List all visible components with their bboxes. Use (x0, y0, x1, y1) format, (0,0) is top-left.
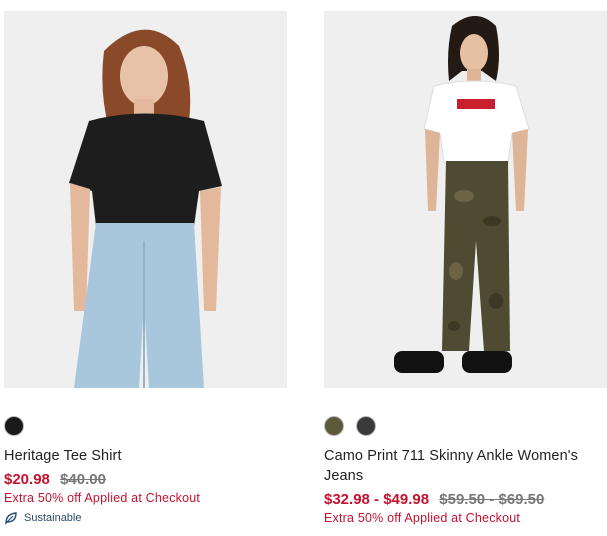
leaf-icon (5, 512, 17, 525)
swatch-camo-black[interactable] (356, 416, 376, 436)
sustainable-badge: Sustainable (4, 511, 287, 525)
product-name[interactable]: Heritage Tee Shirt (4, 446, 287, 466)
original-price: $59.50 - $69.50 (439, 491, 545, 508)
sustainable-label: Sustainable (24, 512, 82, 524)
color-swatches (324, 416, 607, 438)
product-name[interactable]: Camo Print 711 Skinny Ankle Women's Jean… (324, 446, 607, 486)
swatch-camo-green[interactable] (324, 416, 344, 436)
color-swatches (4, 416, 287, 438)
promo-text: Extra 50% off Applied at Checkout (4, 491, 201, 505)
product-card-camo-jeans[interactable]: Camo Print 711 Skinny Ankle Women's Jean… (324, 11, 607, 525)
product-card-heritage-tee[interactable]: Heritage Tee Shirt $20.98 $40.00 Extra 5… (4, 11, 287, 525)
price-row: $32.98 - $49.98 $59.50 - $69.50 (324, 491, 607, 508)
price-row: $20.98 $40.00 (4, 471, 287, 488)
product-image[interactable] (4, 11, 287, 388)
swatch-black[interactable] (4, 416, 24, 436)
sale-price: $20.98 (4, 471, 50, 488)
sale-price: $32.98 - $49.98 (324, 491, 430, 508)
original-price: $40.00 (60, 471, 106, 488)
product-photo-illustration (324, 11, 607, 388)
product-image[interactable] (324, 11, 607, 388)
product-photo-illustration (4, 11, 287, 388)
promo-text: Extra 50% off Applied at Checkout (324, 511, 521, 525)
